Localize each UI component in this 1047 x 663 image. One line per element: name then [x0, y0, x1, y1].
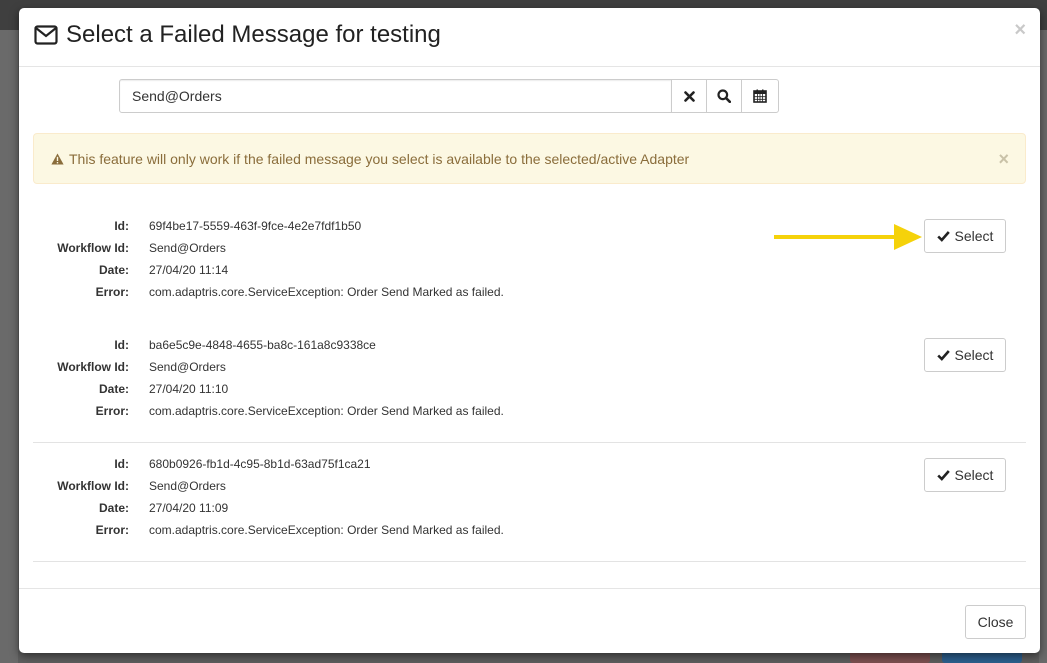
select-button[interactable]: Select — [924, 458, 1006, 492]
message-date: 27/04/20 11:10 — [149, 382, 229, 396]
error-label: Error: — [95, 404, 129, 418]
clear-search-button[interactable] — [671, 79, 707, 113]
background-page-right — [1039, 30, 1047, 663]
date-picker-button[interactable] — [741, 79, 779, 113]
id-label: Id: — [114, 338, 129, 352]
search-input[interactable] — [119, 79, 672, 113]
error-label: Error: — [95, 285, 129, 299]
annotation-arrow — [774, 224, 922, 250]
envelope-icon — [34, 25, 58, 45]
message-id: 69f4be17-5559-463f-9fce-4e2e7fdf1b50 — [149, 219, 362, 233]
message-date: 27/04/20 11:14 — [149, 263, 229, 277]
modal-title-text: Select a Failed Message for testing — [66, 21, 441, 48]
message-item: Id: 680b0926-fb1d-4c95-8b1d-63ad75f1ca21… — [33, 457, 1026, 547]
message-id: ba6e5c9e-4848-4655-ba8c-161a8c9338ce — [149, 338, 376, 352]
message-error: com.adaptris.core.ServiceException: Orde… — [149, 523, 504, 537]
workflow-id-label: Workflow Id: — [57, 360, 129, 374]
id-label: Id: — [114, 219, 129, 233]
check-icon — [936, 231, 950, 242]
divider — [33, 561, 1026, 562]
date-label: Date: — [98, 382, 129, 396]
close-button[interactable]: Close — [965, 605, 1026, 639]
date-label: Date: — [98, 501, 129, 515]
search-icon — [717, 89, 731, 103]
id-label: Id: — [114, 457, 129, 471]
alert-text: This feature will only work if the faile… — [69, 150, 690, 167]
workflow-id-label: Workflow Id: — [57, 241, 129, 255]
select-button-label: Select — [954, 467, 994, 483]
select-button-label: Select — [954, 347, 994, 363]
times-icon — [683, 90, 695, 102]
modal-close-icon[interactable]: × — [1014, 20, 1026, 40]
search-button[interactable] — [706, 79, 742, 113]
select-button-label: Select — [954, 228, 994, 244]
modal-header: Select a Failed Message for testing × — [19, 8, 1040, 67]
warning-icon — [51, 153, 64, 164]
message-date: 27/04/20 11:09 — [149, 501, 229, 515]
workflow-id: Send@Orders — [149, 479, 226, 493]
calendar-icon — [753, 89, 767, 103]
message-item: Id: ba6e5c9e-4848-4655-ba8c-161a8c9338ce… — [33, 338, 1026, 428]
alert-close-icon[interactable]: × — [998, 149, 1009, 170]
select-button[interactable]: Select — [924, 338, 1006, 372]
date-label: Date: — [98, 263, 129, 277]
check-icon — [936, 470, 950, 481]
error-label: Error: — [95, 523, 129, 537]
warning-alert: This feature will only work if the faile… — [33, 133, 1026, 184]
modal-title: Select a Failed Message for testing — [34, 21, 441, 49]
message-id: 680b0926-fb1d-4c95-8b1d-63ad75f1ca21 — [149, 457, 371, 471]
workflow-id-label: Workflow Id: — [57, 479, 129, 493]
divider — [33, 442, 1026, 443]
select-button[interactable]: Select — [924, 219, 1006, 253]
workflow-id: Send@Orders — [149, 360, 226, 374]
search-row — [119, 79, 779, 113]
check-icon — [936, 350, 950, 361]
workflow-id: Send@Orders — [149, 241, 226, 255]
message-error: com.adaptris.core.ServiceException: Orde… — [149, 285, 504, 299]
message-error: com.adaptris.core.ServiceException: Orde… — [149, 404, 504, 418]
failed-message-modal: Select a Failed Message for testing × Se… — [19, 8, 1040, 653]
background-page-left — [0, 30, 18, 663]
modal-footer: Close — [19, 588, 1040, 653]
